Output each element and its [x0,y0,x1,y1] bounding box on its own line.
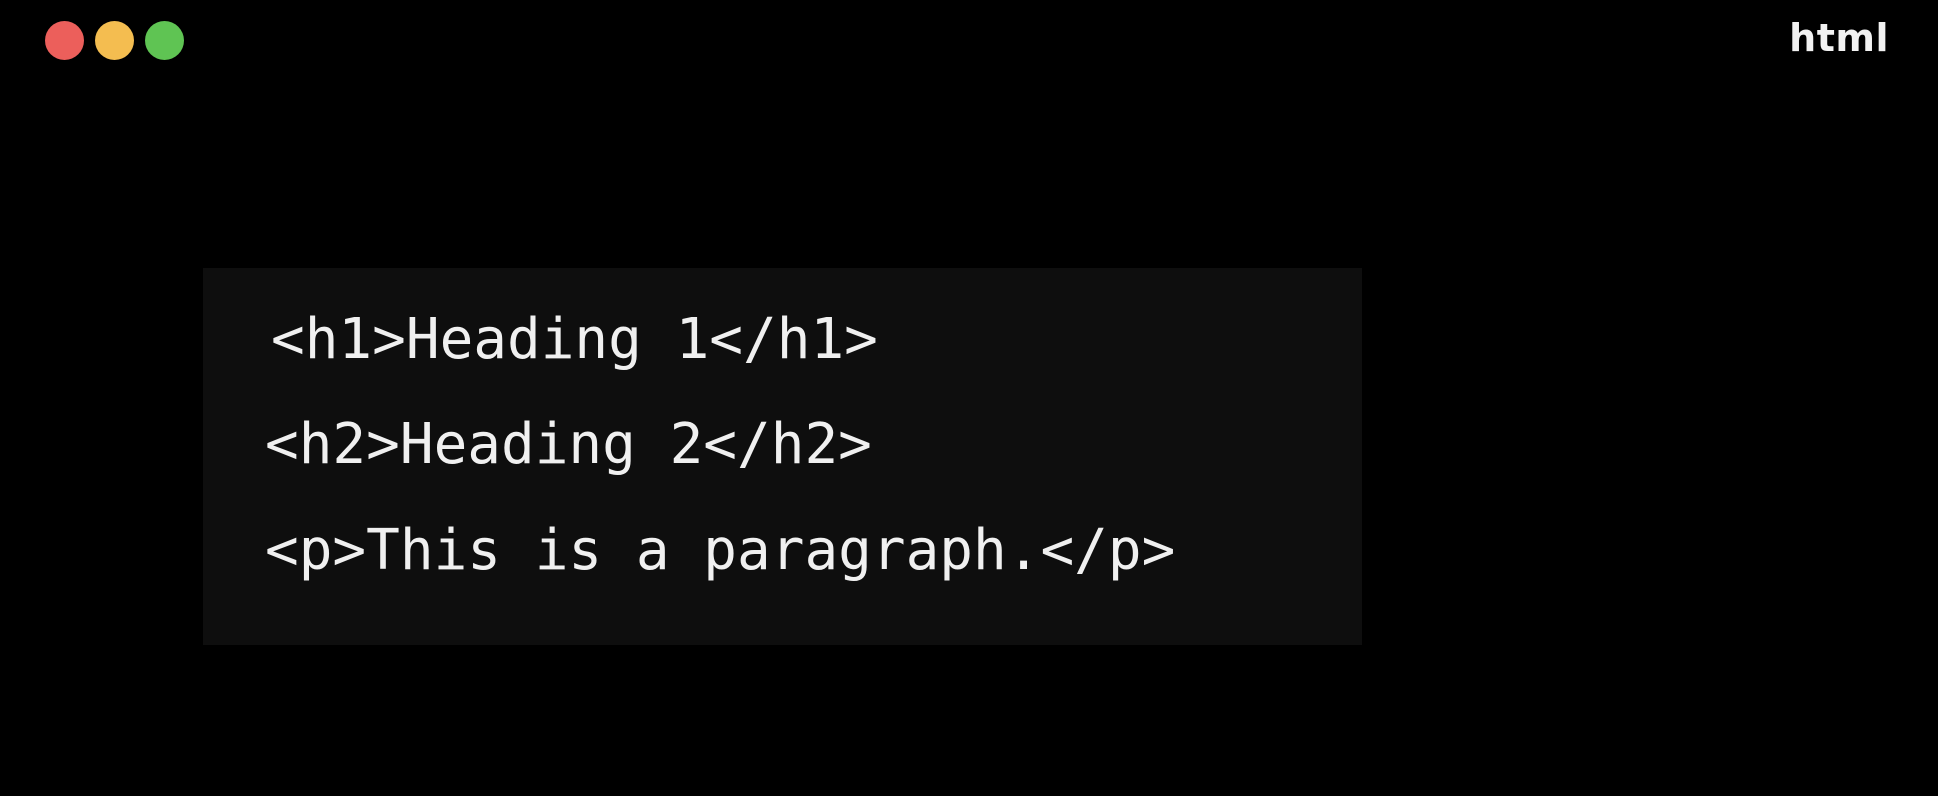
zoom-window-button[interactable] [145,21,184,60]
code-line: <p>This is a paragraph.</p> [265,518,1176,583]
window-controls [45,21,184,60]
code-line: <h2>Heading 2</h2> [265,412,872,477]
minimize-window-button[interactable] [95,21,134,60]
code-block: <h1>Heading 1</h1> <h2>Heading 2</h2> <p… [203,268,1362,645]
language-label: html [1789,16,1889,60]
code-line: <h1>Heading 1</h1> [271,307,878,372]
close-window-button[interactable] [45,21,84,60]
